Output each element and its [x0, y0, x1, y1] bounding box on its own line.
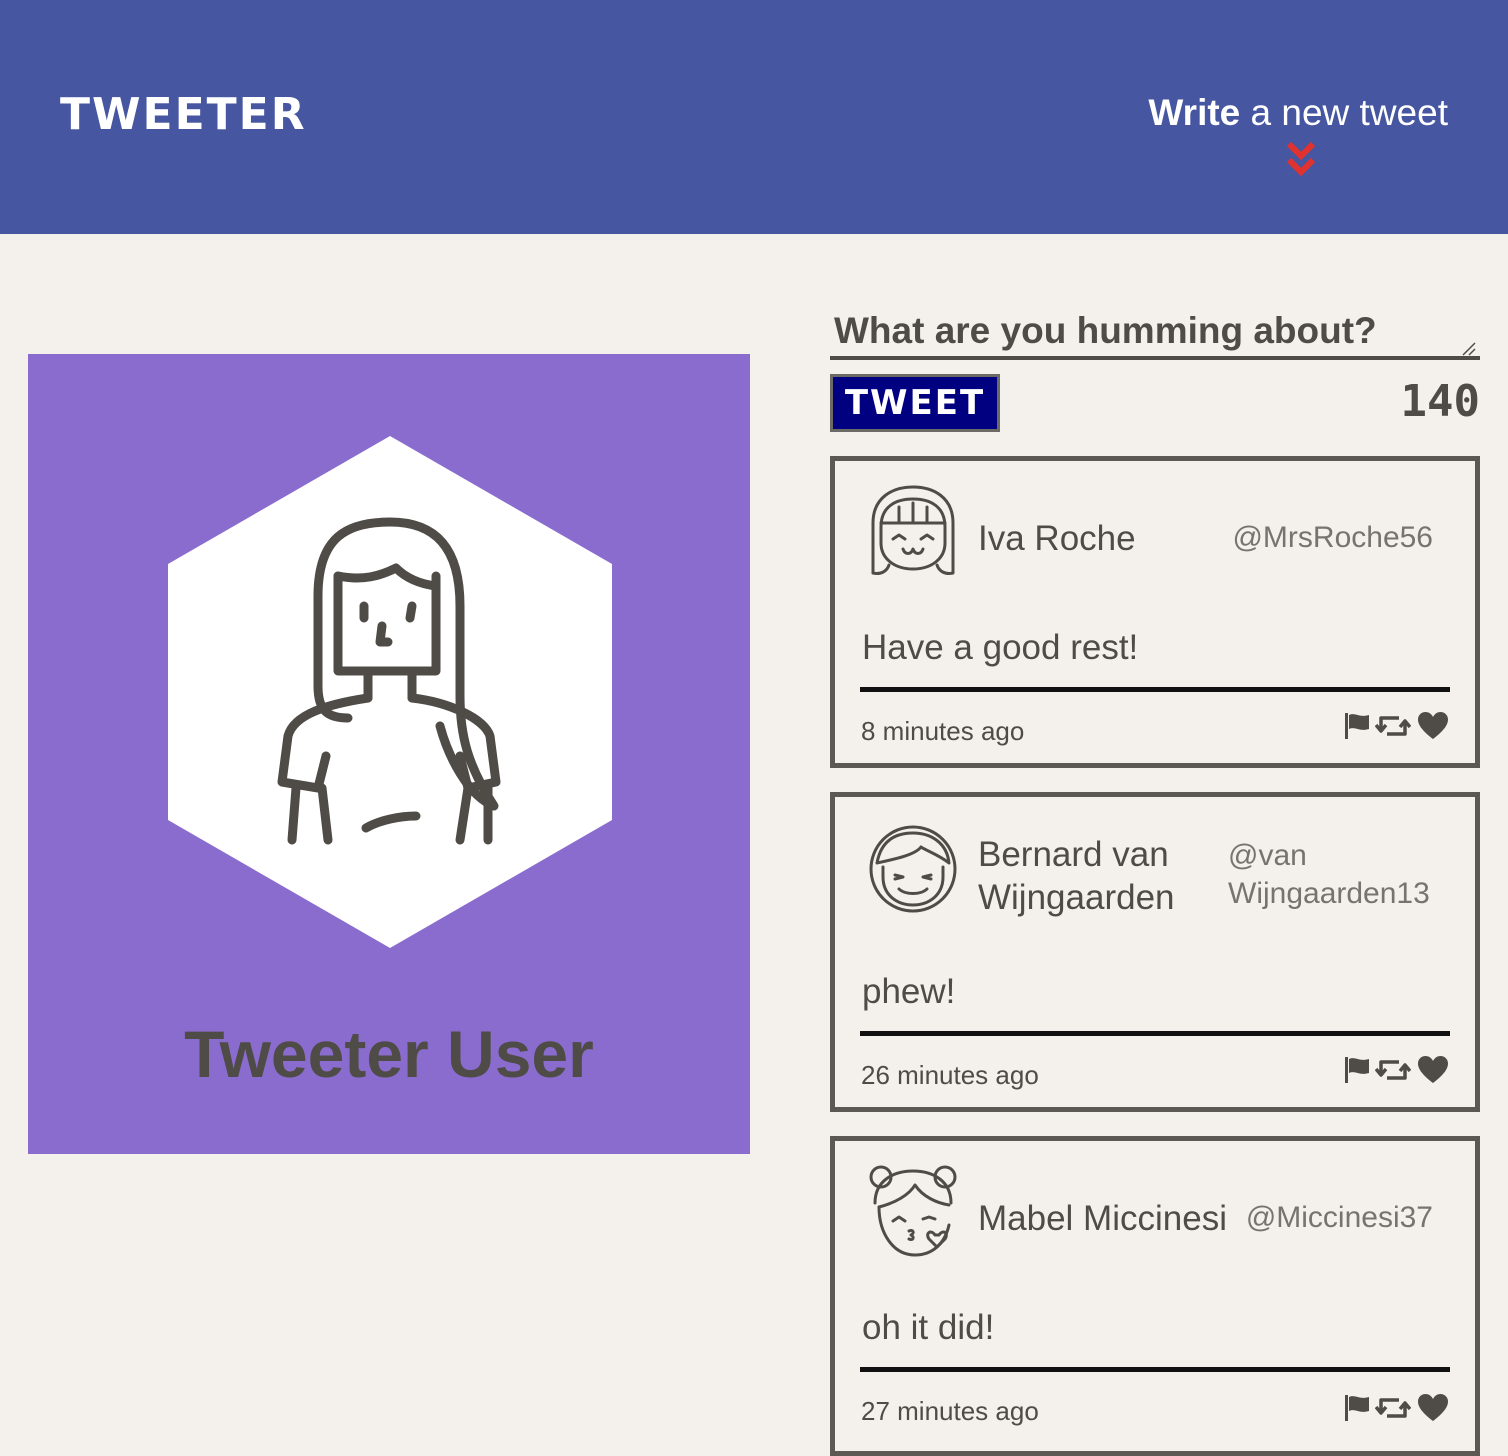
resize-grip-icon[interactable] [1460, 340, 1476, 356]
tweet-actions [1341, 1393, 1449, 1427]
write-rest-label: a new tweet [1240, 92, 1448, 133]
tweet-author-name: Iva Roche [978, 519, 1136, 558]
flag-icon[interactable] [1341, 711, 1371, 741]
tweet-author-handle[interactable]: @van Wijngaarden13 [1228, 837, 1433, 913]
top-nav: TWEETER Write a new tweet [0, 0, 1508, 234]
double-chevron-down-icon[interactable] [1285, 140, 1317, 178]
heart-icon[interactable] [1417, 1055, 1449, 1085]
tweet-text: Have a good rest! [862, 628, 1139, 667]
woman-avatar-icon [168, 436, 612, 948]
tweet-actions [1341, 1055, 1449, 1089]
heart-icon[interactable] [1417, 711, 1449, 741]
tweet-divider [860, 687, 1450, 692]
tweet-timestamp: 26 minutes ago [861, 1060, 1039, 1090]
girl-bangs-avatar-icon [871, 485, 955, 575]
retweet-icon[interactable] [1375, 1393, 1411, 1423]
tweet-submit-button[interactable]: TWEET [830, 374, 1000, 432]
flag-icon[interactable] [1341, 1055, 1371, 1085]
tweet-timestamp: 27 minutes ago [861, 1396, 1039, 1426]
flag-icon[interactable] [1341, 1393, 1371, 1423]
write-bold-label: Write [1148, 92, 1241, 133]
tweet-author-name: Bernard van Wijngaarden [978, 835, 1175, 917]
retweet-icon[interactable] [1375, 711, 1411, 741]
tweet-author-name: Mabel Miccinesi [978, 1199, 1227, 1238]
retweet-icon[interactable] [1375, 1055, 1411, 1085]
tweet-divider [860, 1367, 1450, 1372]
tweet-author-handle[interactable]: @Miccinesi37 [1246, 1199, 1433, 1237]
tweet-text: oh it did! [862, 1308, 995, 1347]
brand-logo[interactable]: TWEETER [60, 90, 307, 140]
heart-icon[interactable] [1417, 1393, 1449, 1423]
tweet-actions [1341, 711, 1449, 745]
tweet-card: Bernard van Wijngaarden @van Wijngaarden… [830, 792, 1480, 1112]
tweet-timestamp: 8 minutes ago [861, 716, 1025, 746]
character-counter: 140 [1400, 376, 1480, 427]
tweet-card: Iva Roche @MrsRoche56 Have a good rest! … [830, 456, 1480, 768]
tweet-author-handle[interactable]: @MrsRoche56 [1232, 519, 1433, 557]
tweet-divider [860, 1031, 1450, 1036]
profile-name: Tweeter User [184, 1017, 594, 1091]
tweet-compose-input[interactable] [830, 306, 1480, 360]
profile-card: Tweeter User [28, 354, 750, 1154]
write-new-tweet-button[interactable]: Write a new tweet [1148, 92, 1448, 134]
girl-buns-kiss-avatar-icon [869, 1165, 957, 1257]
tweet-text: phew! [862, 972, 956, 1011]
tweet-card: Mabel Miccinesi @Miccinesi37 oh it did! … [830, 1136, 1480, 1456]
boy-avatar-icon [869, 825, 957, 913]
